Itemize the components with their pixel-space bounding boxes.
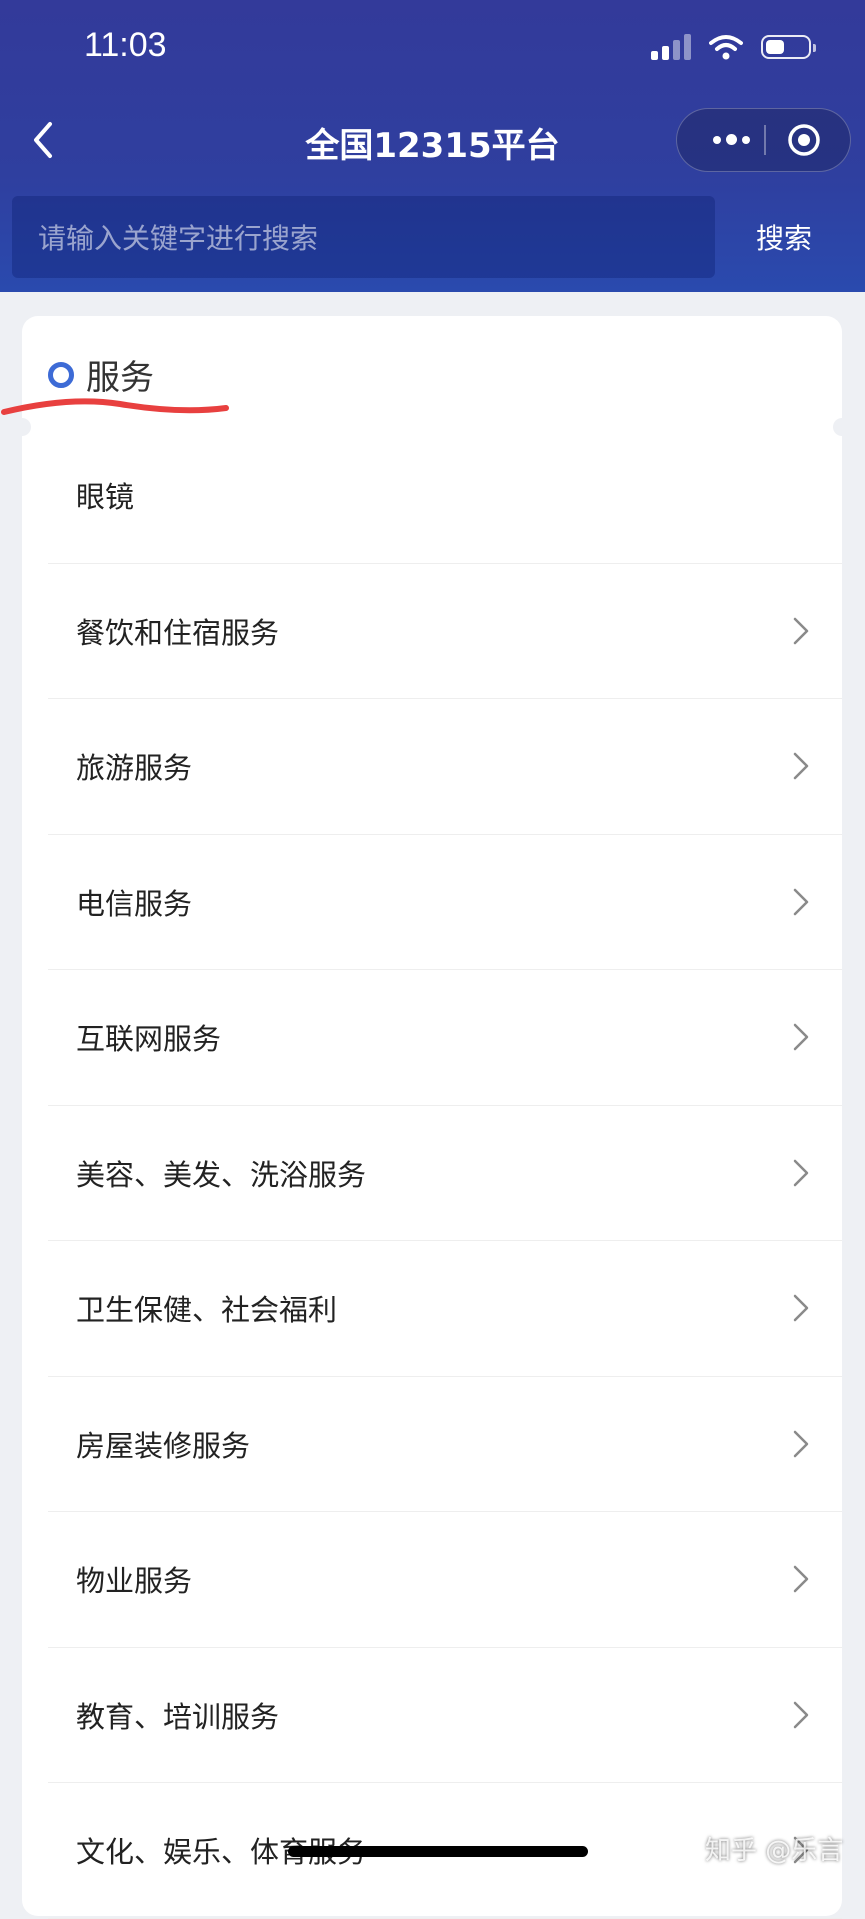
list-item-label: 互联网服务 [76, 1022, 222, 1057]
list-item-label: 餐饮和住宿服务 [76, 615, 280, 650]
list-item-label: 美容、美发、洗浴服务 [76, 1157, 367, 1192]
chevron-right-icon [793, 1701, 809, 1728]
section-dot-icon [48, 361, 74, 388]
chevron-right-icon [793, 1566, 809, 1593]
annotation-underline [1, 398, 229, 415]
list-item[interactable]: 房屋装修服务 [48, 1377, 842, 1512]
watermark-text: 知乎 @乐言 [705, 1836, 844, 1866]
list-item[interactable]: 教育、培训服务 [48, 1648, 842, 1783]
more-dots-icon[interactable] [699, 109, 763, 170]
close-target-icon[interactable] [787, 123, 821, 157]
service-list: 眼镜 餐饮和住宿服务 旅游服务 电信服务 互联网服务 美容、美发、洗浴服务 卫生… [48, 428, 842, 1919]
card-notch-left [13, 418, 31, 436]
list-item[interactable]: 卫生保健、社会福利 [48, 1241, 842, 1377]
mini-program-capsule [676, 108, 851, 172]
chevron-right-icon [793, 1024, 809, 1051]
capsule-divider [764, 125, 766, 155]
chevron-right-icon [793, 1159, 809, 1186]
list-item-label: 房屋装修服务 [76, 1428, 251, 1463]
search-button[interactable]: 搜索 [730, 196, 838, 278]
signal-icon [651, 34, 691, 60]
search-box [12, 196, 715, 280]
home-indicator[interactable] [288, 1846, 588, 1857]
list-item[interactable]: 电信服务 [48, 835, 842, 970]
list-item-label: 教育、培训服务 [76, 1699, 280, 1734]
list-item[interactable]: 旅游服务 [48, 699, 842, 835]
chevron-right-icon [793, 617, 809, 644]
status-time: 11:03 [84, 26, 167, 64]
list-item-label: 眼镜 [76, 480, 135, 515]
wifi-icon [709, 35, 743, 60]
app-header: 11:03 全国12315平台 搜索 [0, 0, 865, 292]
status-icons [651, 34, 816, 60]
list-item-label: 卫生保健、社会福利 [76, 1293, 338, 1328]
list-item-label: 物业服务 [76, 1564, 193, 1599]
list-item[interactable]: 眼镜 [48, 428, 842, 564]
list-item-label: 旅游服务 [76, 751, 193, 786]
list-item[interactable]: 美容、美发、洗浴服务 [48, 1106, 842, 1241]
list-item[interactable]: 餐饮和住宿服务 [48, 564, 842, 699]
list-item-label: 电信服务 [76, 886, 193, 921]
chevron-right-icon [793, 888, 809, 915]
battery-icon [761, 35, 816, 59]
list-item[interactable]: 物业服务 [48, 1512, 842, 1648]
list-item[interactable]: 互联网服务 [48, 970, 842, 1106]
search-input[interactable] [36, 196, 700, 280]
chevron-right-icon [793, 1430, 809, 1457]
chevron-right-icon [793, 1295, 809, 1322]
chevron-right-icon [793, 753, 809, 780]
